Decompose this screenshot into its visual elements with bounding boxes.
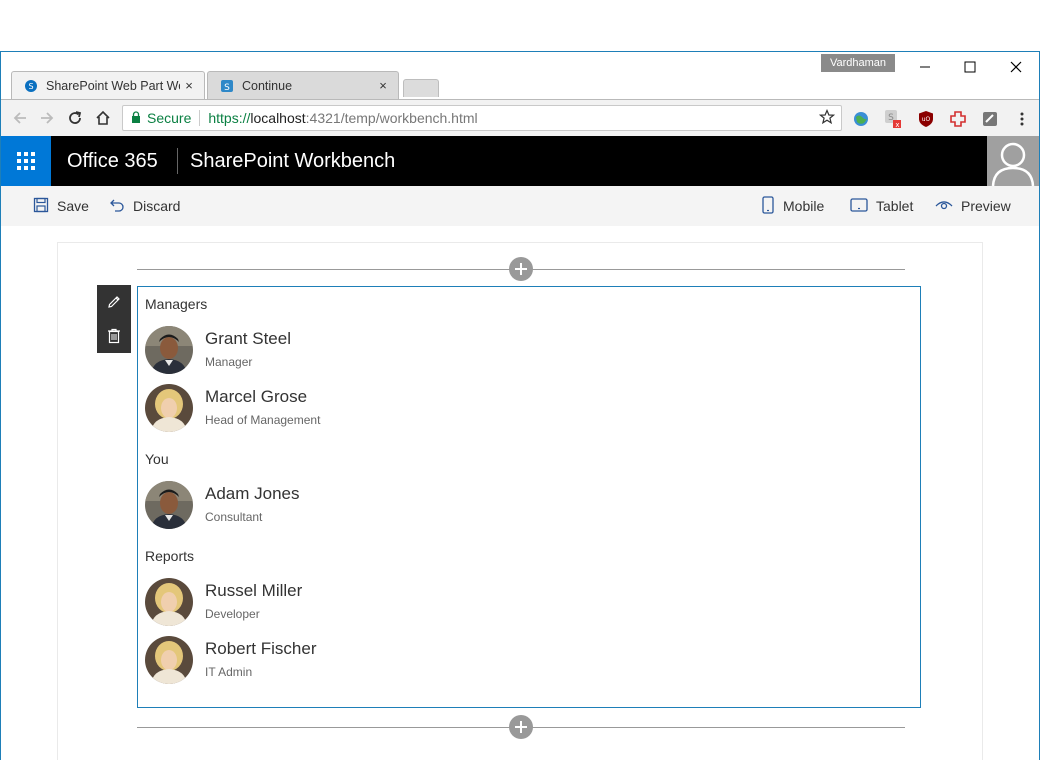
ublock-shield-icon[interactable]: uO bbox=[917, 110, 935, 128]
forward-arrow-icon[interactable] bbox=[36, 107, 58, 129]
section-title-you: You bbox=[145, 451, 169, 467]
sharepoint-extension-icon[interactable]: Sx bbox=[883, 110, 901, 129]
new-tab-button[interactable] bbox=[403, 79, 439, 97]
person-name: Adam Jones bbox=[205, 484, 300, 503]
discard-label: Discard bbox=[133, 198, 181, 214]
mobile-phone-icon bbox=[761, 195, 775, 217]
more-menu-icon[interactable] bbox=[1013, 110, 1031, 128]
sharepoint-icon: S bbox=[24, 79, 38, 93]
person-name: Grant Steel bbox=[205, 329, 291, 348]
home-icon[interactable] bbox=[92, 107, 114, 129]
globe-extension-icon[interactable] bbox=[852, 110, 870, 128]
url-host: localhost bbox=[250, 110, 306, 126]
secure-label: Secure bbox=[147, 110, 192, 126]
edit-pencil-icon[interactable] bbox=[97, 285, 131, 319]
tablet-label: Tablet bbox=[876, 198, 914, 214]
address-divider bbox=[199, 110, 201, 126]
tab-continue[interactable]: S Continue × bbox=[207, 71, 399, 99]
org-chart-webpart[interactable]: Managers Grant Steel Manager Marcel Gros… bbox=[137, 286, 921, 708]
suite-brand[interactable]: Office 365 bbox=[67, 136, 158, 186]
person-role: IT Admin bbox=[205, 665, 253, 679]
reload-icon[interactable] bbox=[64, 107, 86, 129]
maximize-button[interactable] bbox=[955, 56, 985, 78]
browser-window: Vardhaman S SharePoint Web Part Wor × S … bbox=[0, 51, 1040, 760]
discard-button[interactable]: Discard bbox=[109, 186, 180, 226]
tablet-icon bbox=[850, 197, 868, 216]
suite-title: SharePoint Workbench bbox=[190, 150, 396, 172]
tablet-preview-button[interactable]: Tablet bbox=[850, 186, 913, 226]
tab-sharepoint-workbench[interactable]: S SharePoint Web Part Wor × bbox=[11, 71, 205, 99]
add-webpart-plus-icon[interactable] bbox=[509, 257, 533, 281]
user-avatar-icon[interactable] bbox=[987, 136, 1039, 186]
undo-arrow-icon bbox=[109, 197, 125, 216]
minimize-button[interactable] bbox=[910, 56, 940, 78]
sharepoint-icon: S bbox=[220, 79, 234, 93]
person-role: Developer bbox=[205, 607, 260, 621]
close-window-button[interactable] bbox=[1001, 56, 1031, 78]
save-label: Save bbox=[57, 198, 89, 214]
save-floppy-icon bbox=[33, 197, 49, 216]
svg-text:uO: uO bbox=[922, 116, 931, 123]
back-arrow-icon[interactable] bbox=[9, 107, 31, 129]
mobile-label: Mobile bbox=[783, 198, 825, 214]
delete-trash-icon[interactable] bbox=[97, 319, 131, 353]
preview-label: Preview bbox=[961, 198, 1011, 214]
address-bar[interactable]: Secure https:// localhost :4321/temp/wor… bbox=[122, 105, 842, 131]
tab-label: Continue bbox=[242, 78, 293, 93]
bookmark-star-icon[interactable] bbox=[818, 108, 836, 128]
section-title-managers: Managers bbox=[145, 296, 208, 312]
webpart-toolbar bbox=[97, 285, 131, 353]
url-protocol: https:// bbox=[208, 110, 251, 126]
tab-close-button[interactable]: × bbox=[374, 78, 392, 93]
eye-icon bbox=[935, 198, 953, 215]
app-launcher-waffle-icon[interactable] bbox=[1, 136, 51, 186]
tab-label: SharePoint Web Part Wor bbox=[46, 78, 180, 93]
add-webpart-plus-icon[interactable] bbox=[509, 715, 533, 739]
command-bar: Save Discard Mobile Tablet Preview bbox=[1, 186, 1039, 226]
tab-close-button[interactable]: × bbox=[180, 78, 198, 93]
save-button[interactable]: Save bbox=[33, 186, 89, 226]
suite-bar: Office 365 SharePoint Workbench bbox=[1, 136, 1039, 186]
person-name: Robert Fischer bbox=[205, 639, 317, 658]
avatar bbox=[145, 636, 193, 684]
avatar bbox=[145, 481, 193, 529]
person-name: Russel Miller bbox=[205, 581, 303, 600]
user-badge[interactable]: Vardhaman bbox=[821, 54, 895, 72]
lock-icon bbox=[131, 110, 141, 126]
person-role: Consultant bbox=[205, 510, 263, 524]
extension-icon[interactable] bbox=[981, 110, 999, 128]
mobile-preview-button[interactable]: Mobile bbox=[761, 186, 824, 226]
avatar bbox=[145, 326, 193, 374]
person-role: Head of Management bbox=[205, 413, 321, 427]
svg-text:x: x bbox=[895, 121, 899, 129]
svg-text:S: S bbox=[224, 83, 230, 93]
suite-divider bbox=[177, 148, 178, 174]
title-bar: Vardhaman S SharePoint Web Part Wor × S … bbox=[1, 52, 1039, 99]
puzzle-extension-icon[interactable] bbox=[949, 110, 967, 128]
avatar bbox=[145, 578, 193, 626]
url-path: :4321/temp/workbench.html bbox=[305, 110, 478, 126]
section-title-reports: Reports bbox=[145, 548, 195, 564]
person-role: Manager bbox=[205, 355, 253, 369]
browser-toolbar: Secure https:// localhost :4321/temp/wor… bbox=[1, 99, 1039, 136]
person-name: Marcel Grose bbox=[205, 387, 308, 406]
workbench-canvas: Managers Grant Steel Manager Marcel Gros… bbox=[57, 242, 983, 760]
preview-button[interactable]: Preview bbox=[935, 186, 1011, 226]
avatar bbox=[145, 384, 193, 432]
svg-text:S: S bbox=[28, 82, 33, 91]
